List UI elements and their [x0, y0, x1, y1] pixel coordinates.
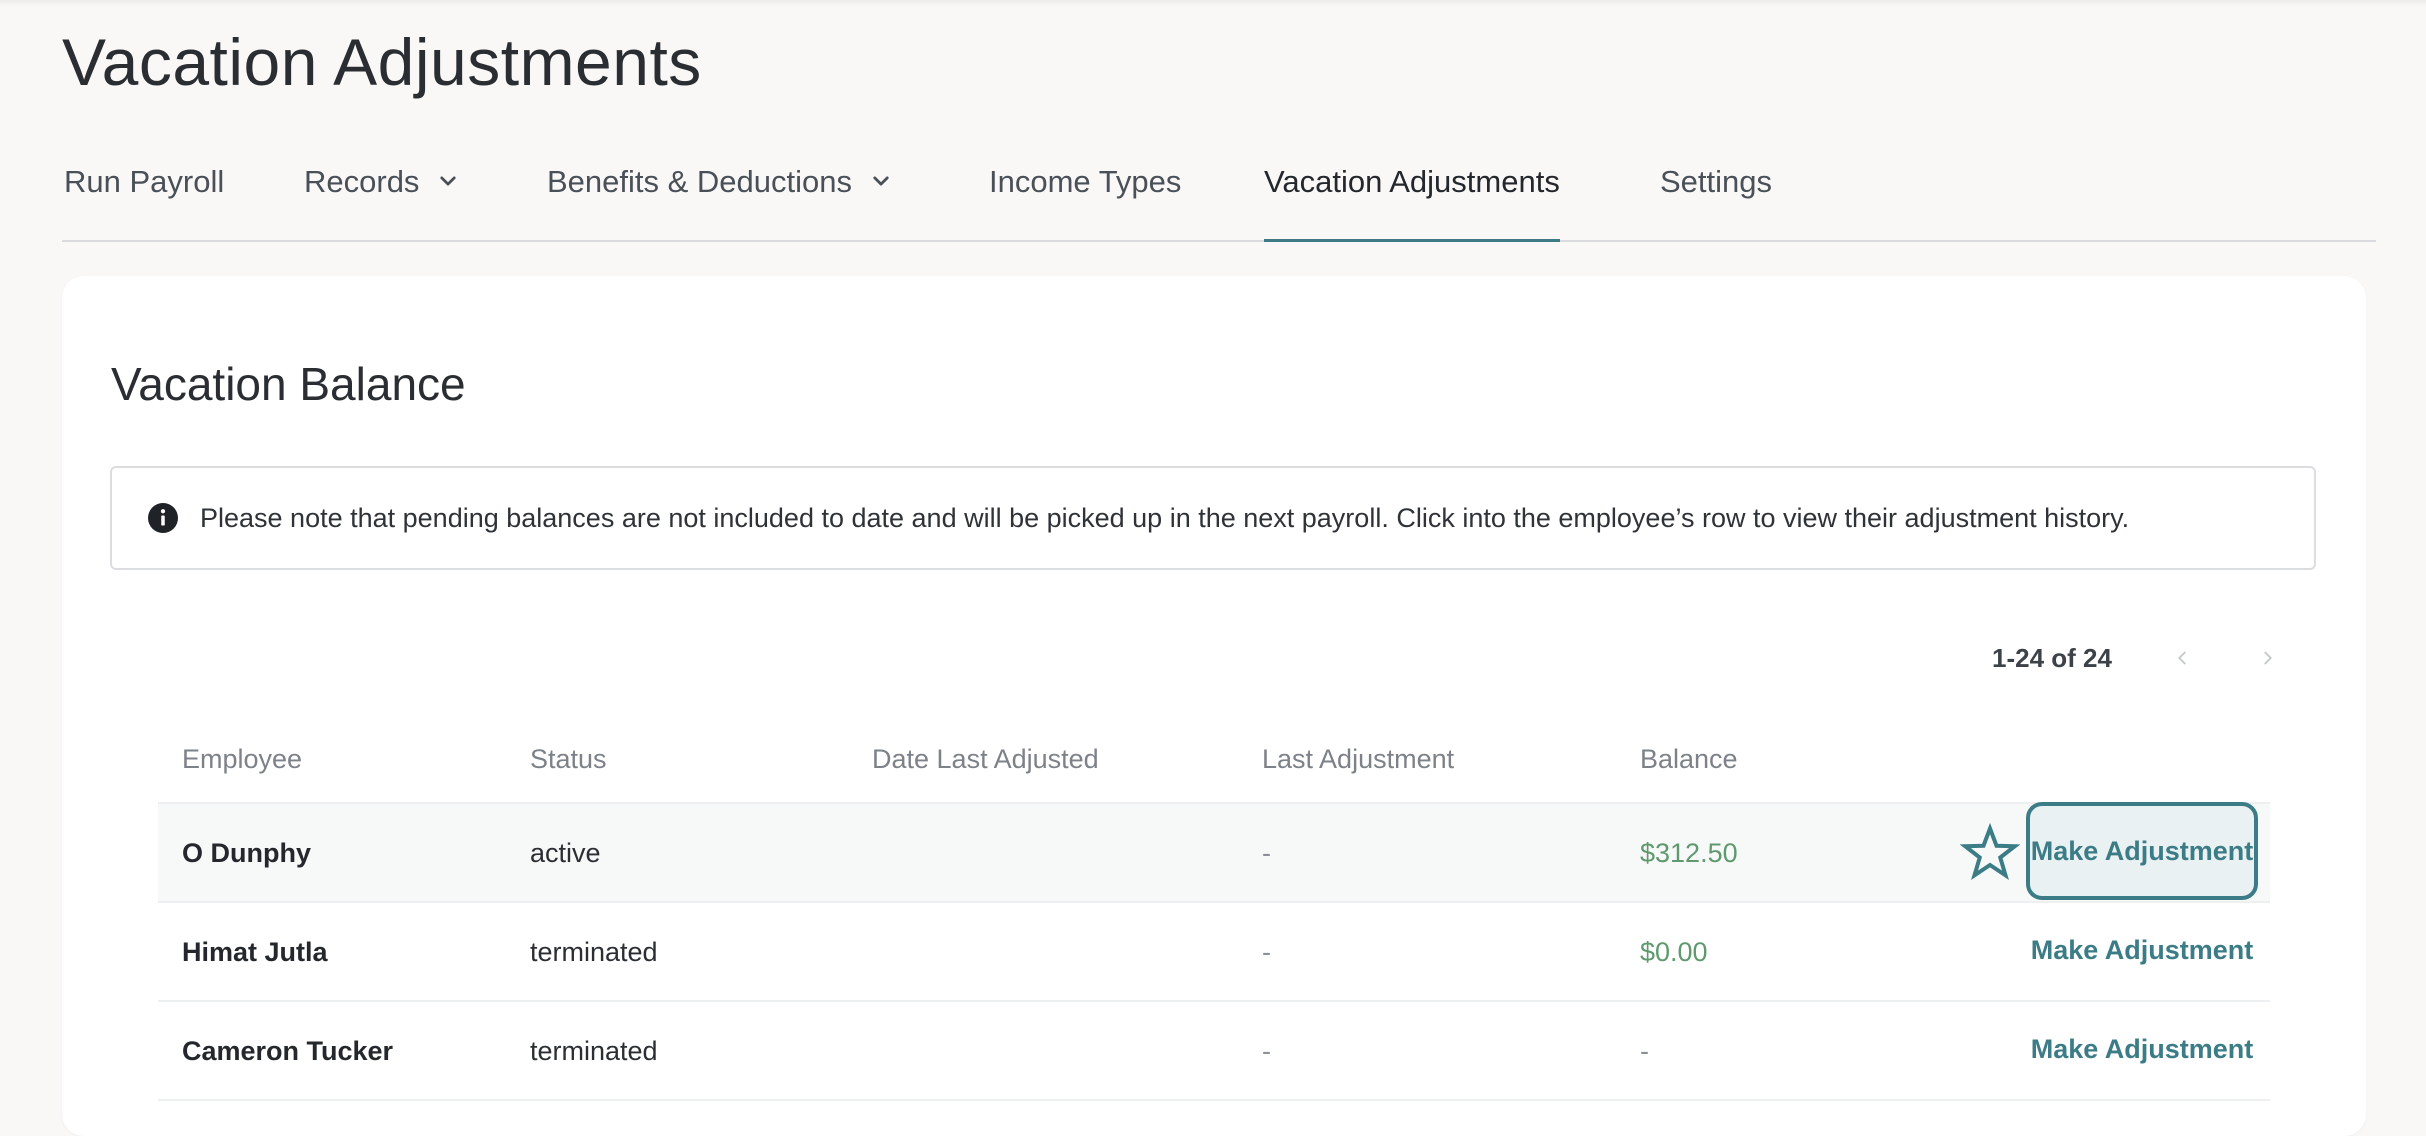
vacation-balance-table: Employee Status Date Last Adjusted Last …	[158, 716, 2270, 1101]
column-header-status[interactable]: Status	[530, 744, 607, 775]
employee-name: Cameron Tucker	[182, 1036, 394, 1066]
make-adjustment-button[interactable]: Make Adjustment	[2026, 1000, 2258, 1098]
chevron-right-icon	[2264, 651, 2272, 665]
column-header-balance[interactable]: Balance	[1640, 744, 1738, 775]
table-header: Employee Status Date Last Adjusted Last …	[158, 716, 2270, 804]
info-notice: Please note that pending balances are no…	[110, 466, 2316, 570]
tab-records[interactable]: Records	[304, 164, 463, 240]
tab-vacation-adjustments[interactable]: Vacation Adjustments	[1264, 164, 1560, 242]
last-adjustment: -	[1262, 937, 1271, 967]
tab-label: Run Payroll	[64, 164, 225, 199]
next-page-button[interactable]	[2250, 640, 2286, 676]
table-row[interactable]: Cameron Tucker terminated - - Make Adjus…	[158, 1002, 2270, 1101]
employee-name: Himat Jutla	[182, 937, 328, 967]
column-header-last-adjustment[interactable]: Last Adjustment	[1262, 744, 1454, 775]
table-row[interactable]: Himat Jutla terminated - $0.00 Make Adju…	[158, 903, 2270, 1002]
chevron-down-icon	[873, 176, 889, 186]
pagination-count: 1-24 of 24	[1992, 642, 2112, 673]
balance-value: $0.00	[1640, 937, 1708, 967]
notice-text: Please note that pending balances are no…	[200, 502, 2130, 533]
column-header-employee[interactable]: Employee	[182, 744, 302, 775]
column-header-date-last-adjusted[interactable]: Date Last Adjusted	[872, 744, 1099, 775]
tab-label: Vacation Adjustments	[1264, 164, 1560, 199]
last-adjustment: -	[1262, 838, 1271, 868]
employee-status: active	[530, 838, 601, 868]
tab-label: Records	[304, 164, 420, 199]
tab-label: Benefits & Deductions	[547, 164, 853, 199]
employee-status: terminated	[530, 1036, 658, 1066]
star-icon[interactable]	[1960, 823, 2020, 883]
tab-label: Settings	[1660, 164, 1773, 199]
card-title: Vacation Balance	[111, 358, 466, 410]
employee-status: terminated	[530, 937, 658, 967]
balance-value: $312.50	[1640, 838, 1738, 868]
vacation-balance-card: Vacation Balance Please note that pendin…	[62, 276, 2366, 1136]
page-title: Vacation Adjustments	[62, 25, 702, 99]
pagination: 1-24 of 24	[1992, 638, 2286, 678]
chevron-down-icon	[440, 176, 457, 186]
make-adjustment-button[interactable]: Make Adjustment	[2026, 901, 2258, 999]
previous-page-button[interactable]	[2164, 640, 2200, 676]
last-adjustment: -	[1262, 1036, 1271, 1066]
tab-benefits-deductions[interactable]: Benefits & Deductions	[547, 164, 896, 240]
table-row[interactable]: O Dunphy active - $312.50 Make Adjustmen…	[158, 802, 2270, 903]
info-icon	[148, 503, 178, 533]
tab-label: Income Types	[989, 164, 1182, 199]
tab-bar: Run Payroll Records Benefits & Deduction…	[62, 150, 2376, 242]
make-adjustment-button[interactable]: Make Adjustment	[2026, 802, 2258, 900]
top-shadow	[0, 0, 2426, 6]
tab-settings[interactable]: Settings	[1660, 164, 1772, 240]
tab-income-types[interactable]: Income Types	[989, 164, 1181, 240]
balance-value: -	[1640, 1036, 1649, 1066]
tab-run-payroll[interactable]: Run Payroll	[64, 164, 224, 240]
chevron-left-icon	[2178, 651, 2186, 665]
employee-name: O Dunphy	[182, 838, 311, 868]
